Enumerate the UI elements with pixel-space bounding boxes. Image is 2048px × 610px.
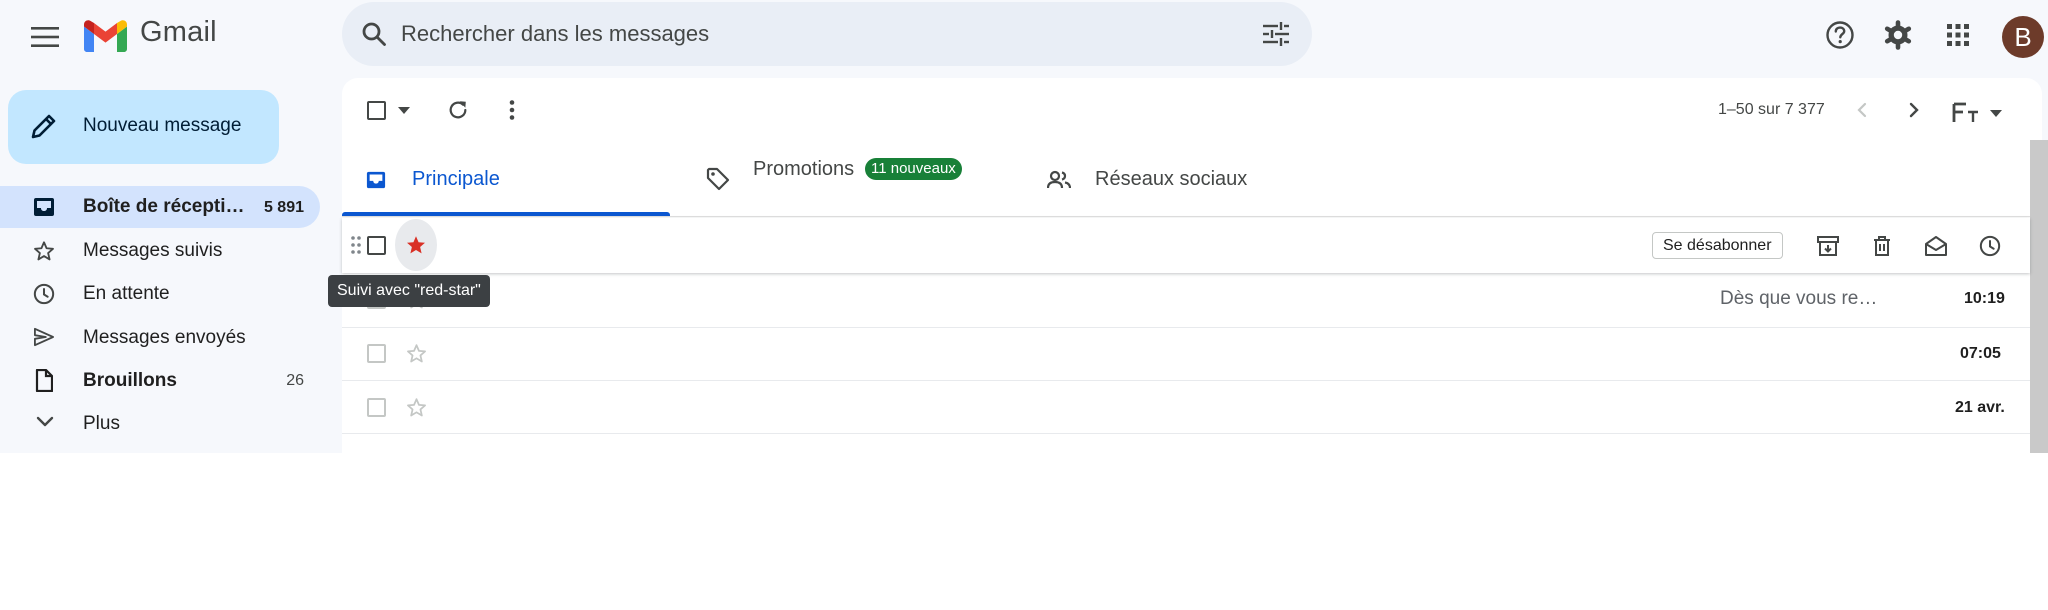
mark-as-read-button[interactable] — [1916, 226, 1956, 266]
sidebar-item-inbox-count: 5 891 — [263, 199, 304, 216]
tabs-divider — [342, 216, 2030, 217]
tag-icon — [706, 167, 730, 191]
support-button[interactable] — [1818, 13, 1862, 57]
drag-handle-icon[interactable] — [351, 236, 361, 254]
row-checkbox[interactable] — [367, 398, 386, 417]
search-icon — [362, 22, 386, 46]
tab-principale-label: Principale — [412, 168, 500, 190]
compose-label: Nouveau message — [83, 115, 242, 136]
star-icon[interactable] — [406, 343, 427, 364]
people-icon — [1047, 170, 1071, 190]
pencil-icon — [30, 112, 58, 140]
newer-page-button[interactable] — [1842, 90, 1882, 130]
chevron-down-icon — [36, 416, 54, 428]
input-tools-icon — [1952, 102, 2002, 122]
gmail-app: Gmail Rechercher dans les messages B Nou… — [0, 0, 2048, 453]
search-input[interactable]: Rechercher dans les messages — [401, 21, 709, 47]
sidebar-item-drafts-label: Brouillons — [83, 370, 177, 391]
scrollbar[interactable] — [2030, 140, 2048, 453]
star-icon — [33, 240, 55, 262]
tab-principale[interactable] — [342, 146, 670, 214]
row-checkbox[interactable] — [367, 236, 386, 255]
refresh-icon — [449, 101, 467, 119]
select-all-checkbox[interactable] — [367, 101, 386, 120]
row-checkbox[interactable] — [367, 344, 386, 363]
hamburger-icon — [31, 27, 59, 47]
tab-promotions-label: Promotions — [753, 158, 855, 180]
tab-social-label: Réseaux sociaux — [1095, 168, 1248, 190]
email-row[interactable] — [342, 381, 2030, 434]
account-avatar[interactable]: B — [2002, 16, 2044, 58]
tab-inbox-icon — [366, 170, 386, 190]
snooze-icon — [1979, 235, 2001, 257]
draft-icon — [35, 369, 53, 392]
sidebar-item-inbox-label: Boîte de récepti… — [83, 196, 245, 217]
main-menu-button[interactable] — [22, 14, 68, 60]
email-time: 07:05 — [1960, 345, 2001, 362]
gmail-logo-icon — [84, 20, 127, 52]
mark-read-icon — [1925, 236, 1947, 256]
star-tooltip: Suivi avec "red-star" — [328, 275, 490, 307]
chevron-right-icon — [1909, 102, 1919, 118]
pagination-label: 1–50 sur 7 377 — [1718, 101, 1825, 118]
settings-button[interactable] — [1876, 13, 1920, 57]
star-icon[interactable] — [406, 397, 427, 418]
sidebar-item-snoozed-label: En attente — [83, 283, 170, 304]
older-page-button[interactable] — [1894, 90, 1934, 130]
archive-icon — [1817, 236, 1839, 256]
email-snippet: Dès que vous re… — [1720, 288, 1878, 309]
google-apps-button[interactable] — [1936, 13, 1980, 57]
search-options-button[interactable] — [1254, 12, 1298, 56]
sidebar-item-more-label: Plus — [83, 413, 120, 434]
more-actions-button[interactable] — [492, 90, 532, 130]
red-star-icon[interactable] — [405, 234, 427, 256]
gmail-logo[interactable] — [84, 20, 127, 52]
refresh-button[interactable] — [438, 90, 478, 130]
tune-icon — [1263, 22, 1289, 46]
unsubscribe-button[interactable]: Se désabonner — [1652, 232, 1783, 259]
more-vertical-icon — [509, 100, 515, 120]
select-options-caret-icon[interactable] — [398, 107, 410, 114]
gmail-wordmark: Gmail — [140, 16, 217, 48]
email-row[interactable] — [342, 328, 2030, 381]
apps-grid-icon — [1947, 24, 1969, 46]
input-tools-button[interactable] — [1952, 100, 2002, 126]
email-time: 10:19 — [1964, 290, 2005, 307]
send-icon — [33, 327, 55, 347]
sidebar-item-drafts-count: 26 — [286, 372, 304, 389]
archive-button[interactable] — [1808, 226, 1848, 266]
sidebar-item-starred-label: Messages suivis — [83, 240, 223, 261]
chevron-left-icon — [1857, 102, 1867, 118]
help-icon — [1826, 21, 1854, 49]
delete-button[interactable] — [1862, 226, 1902, 266]
snooze-button[interactable] — [1970, 226, 2010, 266]
email-time: 21 avr. — [1955, 399, 2005, 416]
clock-icon — [33, 283, 55, 305]
delete-icon — [1874, 236, 1890, 256]
sidebar-item-sent-label: Messages envoyés — [83, 327, 246, 348]
promotions-new-badge: 11 nouveaux — [865, 158, 962, 180]
gear-icon — [1884, 20, 1912, 50]
inbox-icon — [33, 197, 55, 217]
search-button[interactable] — [352, 12, 396, 56]
